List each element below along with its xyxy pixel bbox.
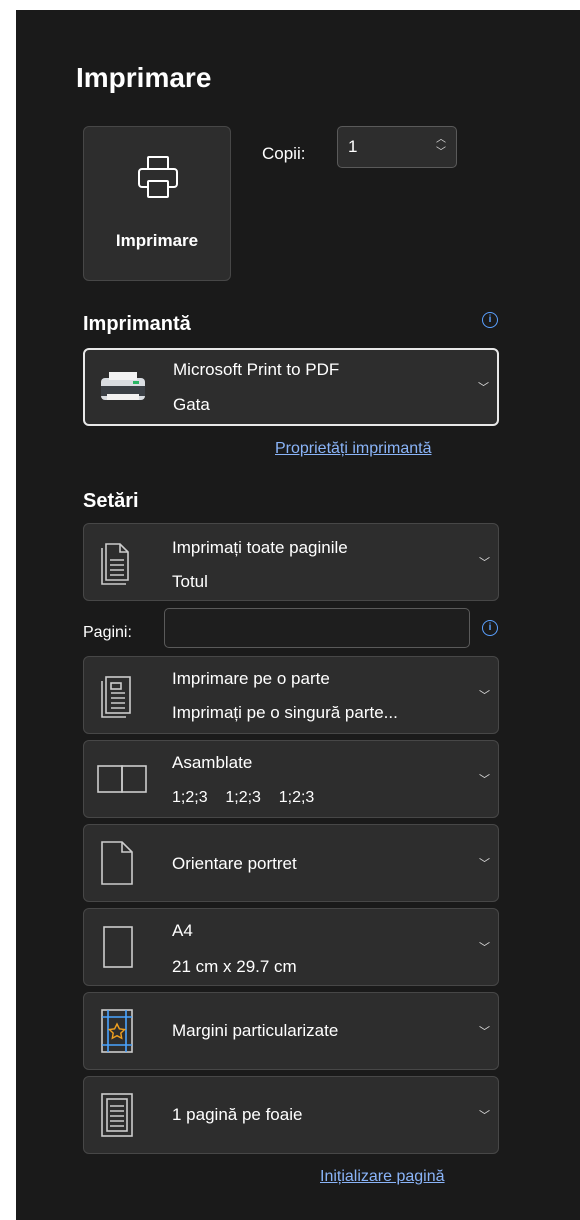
pages-per-sheet-label: 1 pagină pe foaie [172, 1105, 303, 1124]
one-sided-icon [101, 676, 131, 718]
pages-per-sheet-dropdown[interactable]: 1 pagină pe foaie ﹀ [83, 1076, 499, 1154]
pages-input[interactable] [164, 608, 470, 648]
pages-icon [101, 543, 129, 585]
printer-icon [138, 156, 178, 198]
printer-status: Gata [173, 395, 210, 414]
printer-name: Microsoft Print to PDF [173, 360, 340, 379]
settings-section-title: Setări [83, 490, 139, 512]
printer-dropdown[interactable]: Microsoft Print to PDF Gata ﹀ [83, 348, 499, 426]
sides-label: Imprimare pe o parte [172, 669, 330, 688]
collation-dropdown[interactable]: Asamblate 1;2;3 1;2;3 1;2;3 ﹀ [83, 740, 499, 818]
page-title: Imprimare [76, 62, 212, 93]
paper-size-value: 21 cm x 29.7 cm [172, 957, 297, 976]
print-range-value: Totul [172, 572, 208, 591]
chevron-down-icon: ﹀ [479, 557, 490, 569]
page-setup-link[interactable]: Inițializare pagină [320, 1168, 445, 1186]
paper-size-icon [103, 926, 133, 968]
chevron-down-icon: ﹀ [479, 858, 490, 870]
margins-icon [101, 1009, 133, 1053]
chevron-down-icon: ﹀ [479, 942, 490, 954]
chevron-down-icon: ﹀ [479, 1110, 490, 1122]
collation-label: Asamblate [172, 753, 253, 772]
print-panel: Imprimare Imprimare Copii: 1 ︿ ﹀ Impriman… [16, 10, 580, 1220]
collated-icon [97, 765, 147, 793]
print-button-label: Imprimare [115, 231, 199, 250]
print-button[interactable]: Imprimare [83, 126, 231, 281]
sides-value: Imprimați pe o singură parte... [172, 703, 398, 722]
copies-label: Copii: [262, 144, 306, 163]
printer-info-icon[interactable]: i [482, 312, 498, 328]
pages-label: Pagini: [83, 624, 132, 641]
printer-section-title: Imprimantă [83, 313, 191, 335]
orientation-dropdown[interactable]: Orientare portret ﹀ [83, 824, 499, 902]
paper-size-dropdown[interactable]: A4 21 cm x 29.7 cm ﹀ [83, 908, 499, 986]
chevron-down-icon: ﹀ [479, 1026, 490, 1038]
collation-value: 1;2;3 1;2;3 1;2;3 [172, 789, 315, 806]
stepper-arrows-icon[interactable]: ︿ ﹀ [436, 133, 446, 159]
pages-info-icon[interactable]: i [482, 620, 498, 636]
printer-properties-link[interactable]: Proprietăți imprimantă [275, 440, 432, 458]
margins-label: Margini particularizate [172, 1021, 339, 1040]
chevron-down-icon: ﹀ [478, 382, 489, 394]
copies-stepper[interactable]: 1 ︿ ﹀ [337, 126, 457, 168]
paper-size-label: A4 [172, 921, 193, 940]
print-range-label: Imprimați toate paginile [172, 538, 348, 557]
margins-dropdown[interactable]: Margini particularizate ﹀ [83, 992, 499, 1070]
pages-per-sheet-icon [101, 1093, 133, 1137]
orientation-label: Orientare portret [172, 854, 297, 873]
chevron-down-icon: ﹀ [479, 774, 490, 786]
print-range-dropdown[interactable]: Imprimați toate paginile Totul ﹀ [83, 523, 499, 601]
printer-device-icon [101, 372, 145, 400]
portrait-orientation-icon [101, 841, 133, 885]
copies-value: 1 [348, 137, 358, 156]
sides-dropdown[interactable]: Imprimare pe o parte Imprimați pe o sing… [83, 656, 499, 734]
chevron-down-icon: ﹀ [479, 690, 490, 702]
